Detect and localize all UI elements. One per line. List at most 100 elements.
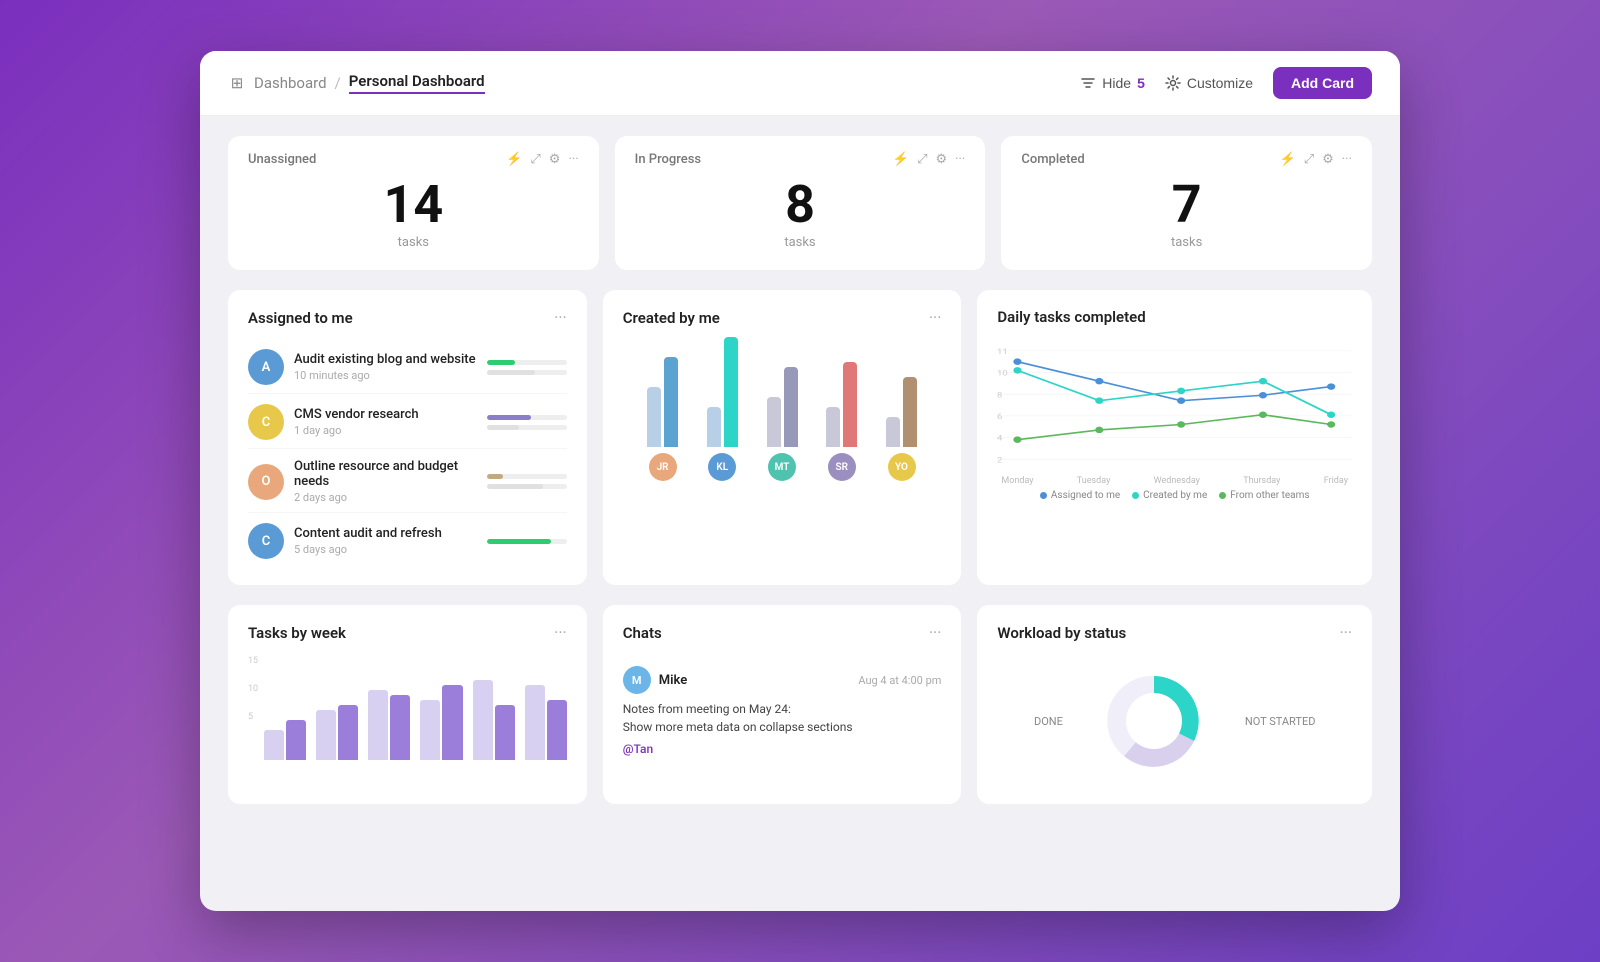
chat-message: M Mike Aug 4 at 4:00 pm Notes from meeti… (623, 656, 942, 768)
stat-number-inprogress: 8 (635, 179, 966, 231)
week-bar-group (368, 690, 410, 760)
stat-controls: ⚡ ⤢ ⚙ ··· (506, 152, 578, 167)
week-bars (248, 660, 567, 760)
task-progress (487, 360, 567, 375)
created-menu-btn[interactable]: ··· (929, 308, 942, 327)
stat-label-completed: tasks (1021, 235, 1352, 250)
add-card-button[interactable]: Add Card (1273, 67, 1372, 99)
more-icon[interactable]: ··· (568, 152, 578, 167)
breadcrumb-separator: / (335, 74, 341, 92)
stat-card-completed: Completed ⚡ ⤢ ⚙ ··· 7 tasks (1001, 136, 1372, 270)
workload-menu-btn[interactable]: ··· (1339, 623, 1352, 642)
task-time: 1 day ago (294, 424, 477, 437)
settings-icon-3[interactable]: ⚙ (1322, 152, 1334, 167)
bar-col: SR (826, 327, 857, 481)
chats-menu-btn[interactable]: ··· (929, 623, 942, 642)
hide-count: 5 (1137, 75, 1145, 91)
task-info: Content audit and refresh 5 days ago (294, 526, 477, 556)
chat-user: M Mike (623, 666, 687, 694)
content: Unassigned ⚡ ⤢ ⚙ ··· 14 tasks In Progres… (200, 116, 1400, 824)
task-info: Outline resource and budget needs 2 days… (294, 459, 477, 504)
dashboard-icon: ⊞ (228, 74, 246, 92)
header: ⊞ Dashboard / Personal Dashboard Hide 5 … (200, 51, 1400, 116)
main-container: ⊞ Dashboard / Personal Dashboard Hide 5 … (200, 51, 1400, 911)
stat-title-inprogress: In Progress (635, 152, 701, 167)
breadcrumb-current: Personal Dashboard (349, 72, 485, 94)
week-bar-group (264, 720, 306, 760)
avatar: SR (828, 453, 856, 481)
filter-icon-3[interactable]: ⚡ (1280, 152, 1296, 167)
week-bar-group (316, 705, 358, 760)
stat-cards-row: Unassigned ⚡ ⤢ ⚙ ··· 14 tasks In Progres… (228, 136, 1372, 270)
stat-controls-2: ⚡ ⤢ ⚙ ··· (893, 152, 965, 167)
breadcrumb-parent[interactable]: Dashboard (254, 74, 327, 92)
expand-icon-2[interactable]: ⤢ (917, 152, 927, 167)
tasks-by-week-title: Tasks by week (248, 624, 346, 642)
created-by-me-card: Created by me ··· JR (603, 290, 962, 585)
stat-card-unassigned: Unassigned ⚡ ⤢ ⚙ ··· 14 tasks (228, 136, 599, 270)
expand-icon[interactable]: ⤢ (530, 152, 540, 167)
line-chart: 11 10 8 6 4 2 (997, 340, 1352, 490)
stat-label-unassigned: tasks (248, 235, 579, 250)
task-name: CMS vendor research (294, 407, 477, 422)
hide-button[interactable]: Hide 5 (1080, 75, 1145, 91)
task-time: 5 days ago (294, 543, 477, 556)
daily-tasks-card: Daily tasks completed 11 10 8 (977, 290, 1372, 585)
stat-number-unassigned: 14 (248, 179, 579, 231)
task-item: A Audit existing blog and website 10 min… (248, 341, 567, 394)
daily-tasks-title: Daily tasks completed (997, 308, 1145, 326)
task-item: C CMS vendor research 1 day ago (248, 396, 567, 449)
avatar: JR (649, 453, 677, 481)
bar-col: KL (707, 327, 738, 481)
week-bar-group (473, 680, 515, 760)
done-label: DONE (1034, 715, 1063, 728)
task-progress (487, 539, 567, 544)
stat-number-completed: 7 (1021, 179, 1352, 231)
week-menu-btn[interactable]: ··· (554, 623, 567, 642)
task-info: Audit existing blog and website 10 minut… (294, 352, 477, 382)
filter-icon[interactable]: ⚡ (506, 152, 522, 167)
expand-icon-3[interactable]: ⤢ (1304, 152, 1314, 167)
stat-label-inprogress: tasks (635, 235, 966, 250)
pie-chart: DONE NOT STARTED (997, 656, 1352, 786)
svg-text:2: 2 (997, 456, 1003, 465)
legend-item: Created by me (1132, 490, 1207, 501)
bar-col: YO (886, 327, 917, 481)
avatar: KL (708, 453, 736, 481)
stat-controls-3: ⚡ ⤢ ⚙ ··· (1280, 152, 1352, 167)
avatar: MT (768, 453, 796, 481)
stat-title-completed: Completed (1021, 152, 1084, 167)
task-item: C Content audit and refresh 5 days ago (248, 515, 567, 567)
customize-button[interactable]: Customize (1165, 75, 1253, 91)
task-name: Audit existing blog and website (294, 352, 477, 367)
svg-text:8: 8 (997, 391, 1003, 400)
legend-item: Assigned to me (1040, 490, 1120, 501)
avatar: C (248, 523, 284, 559)
chat-text: Notes from meeting on May 24: Show more … (623, 700, 942, 758)
created-bar-chart: JR KL (623, 341, 942, 481)
week-bar-group (420, 685, 462, 760)
avatar: C (248, 404, 284, 440)
filter-icon-2[interactable]: ⚡ (893, 152, 909, 167)
more-icon-3[interactable]: ··· (1342, 152, 1352, 167)
more-icon-2[interactable]: ··· (955, 152, 965, 167)
tasks-by-week-card: Tasks by week ··· 15105 (228, 605, 587, 804)
assigned-menu-btn[interactable]: ··· (554, 308, 567, 327)
chat-avatar: M (623, 666, 651, 694)
svg-text:4: 4 (997, 435, 1003, 444)
chart-legend: Assigned to me Created by me From other … (997, 490, 1352, 501)
legend-item: From other teams (1219, 490, 1309, 501)
avatar: A (248, 349, 284, 385)
svg-text:11: 11 (997, 348, 1008, 357)
chat-mention[interactable]: @Tan (623, 742, 653, 756)
avatar: YO (888, 453, 916, 481)
task-name: Content audit and refresh (294, 526, 477, 541)
settings-icon-2[interactable]: ⚙ (935, 152, 947, 167)
middle-row: Assigned to me ··· A Audit existing blog… (228, 290, 1372, 585)
not-started-label: NOT STARTED (1245, 715, 1316, 728)
bar-col: JR (647, 327, 678, 481)
chat-time: Aug 4 at 4:00 pm (858, 674, 941, 687)
settings-icon[interactable]: ⚙ (549, 152, 561, 167)
task-list: A Audit existing blog and website 10 min… (248, 341, 567, 567)
bottom-row: Tasks by week ··· 15105 (228, 605, 1372, 804)
